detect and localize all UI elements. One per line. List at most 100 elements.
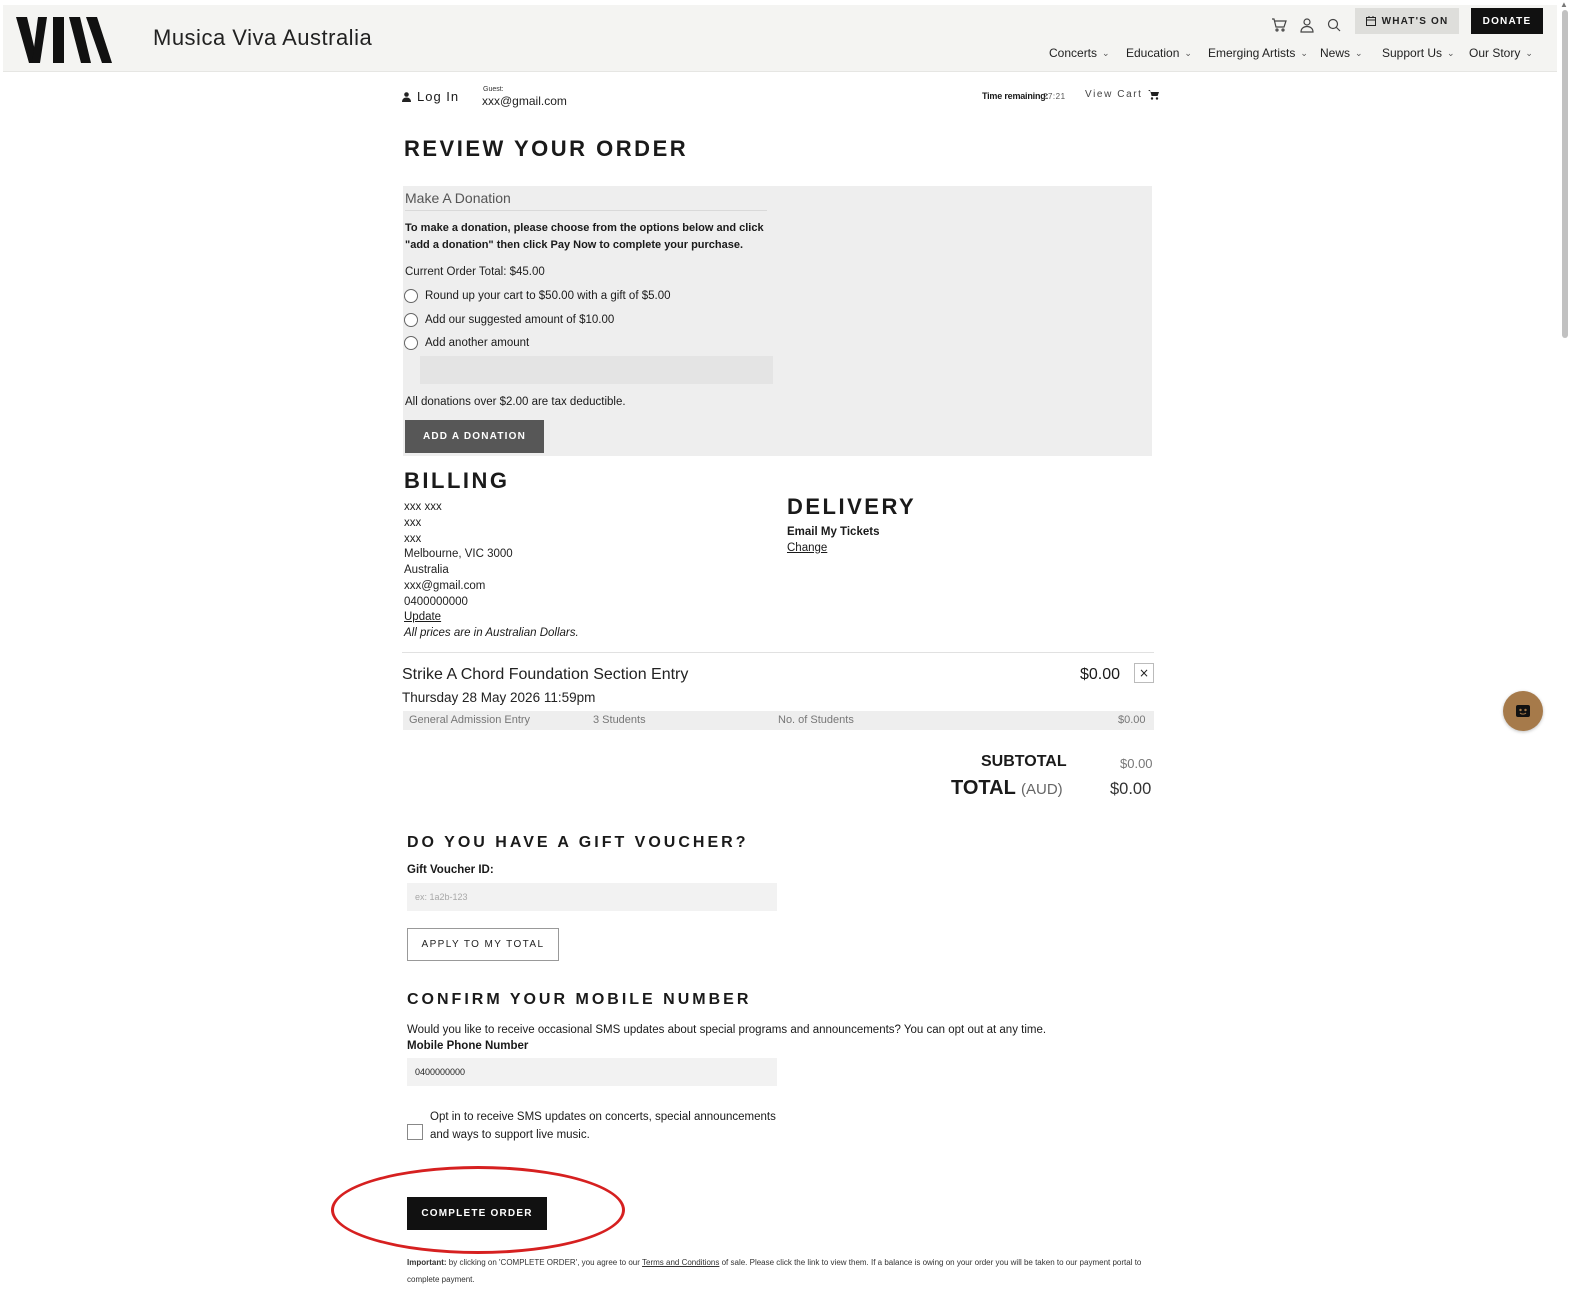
nav-label: Concerts <box>1049 46 1098 60</box>
ticket-category: No. of Students <box>778 714 854 726</box>
add-donation-button[interactable]: ADD A DONATION <box>405 420 544 453</box>
subtotal-value: $0.00 <box>1120 756 1153 771</box>
billing-line: Melbourne, VIC 3000 <box>404 548 513 561</box>
nav-concerts[interactable]: Concerts ⌄ <box>1049 46 1110 60</box>
event-date: Thursday 28 May 2026 11:59pm <box>402 690 596 705</box>
event-title: Strike A Chord Foundation Section Entry <box>402 666 689 683</box>
radio-button[interactable] <box>404 336 418 350</box>
time-remaining-value: 27:21 <box>1043 92 1066 101</box>
nav-label: Education <box>1126 46 1180 60</box>
login-link[interactable]: Log In <box>402 89 459 104</box>
chevron-down-icon: ⌄ <box>1447 47 1455 58</box>
ticket-row: General Admission Entry 3 Students No. o… <box>403 711 1154 730</box>
sms-question: Would you like to receive occasional SMS… <box>407 1024 1047 1036</box>
donation-heading: Make A Donation <box>405 190 767 211</box>
subtotal-label: SUBTOTAL <box>981 753 1067 770</box>
site-header: Musica Viva Australia WHAT'S ON DONATE C… <box>3 5 1557 72</box>
billing-line: xxx <box>404 516 422 529</box>
billing-line: Australia <box>404 564 449 577</box>
ticket-price: $0.00 <box>1118 714 1146 726</box>
complete-order-button[interactable]: COMPLETE ORDER <box>407 1197 547 1230</box>
nav-our-story[interactable]: Our Story ⌄ <box>1469 46 1533 60</box>
other-amount-input[interactable] <box>420 356 773 384</box>
billing-line: xxx@gmail.com <box>404 579 486 592</box>
total-value: $0.00 <box>1110 780 1152 798</box>
event-price: $0.00 <box>1080 666 1121 683</box>
donation-option-label: Round up your cart to $50.00 with a gift… <box>425 290 671 302</box>
donation-instructions: To make a donation, please choose from t… <box>405 222 764 251</box>
mobile-phone-input[interactable] <box>407 1058 777 1086</box>
terms-link[interactable]: Terms and Conditions <box>642 1258 719 1267</box>
current-order-total: Current Order Total: $45.00 <box>405 266 545 278</box>
user-icon[interactable] <box>1297 15 1317 35</box>
currency-note: All prices are in Australian Dollars. <box>404 627 579 639</box>
login-label: Log In <box>417 89 460 104</box>
radio-button[interactable] <box>404 289 418 303</box>
ticket-type: General Admission Entry <box>409 714 531 726</box>
donation-option-label: Add our suggested amount of $10.00 <box>425 314 615 326</box>
calendar-icon <box>1365 16 1376 26</box>
nav-education[interactable]: Education ⌄ <box>1126 46 1192 60</box>
nav-label: News <box>1320 46 1351 60</box>
legal-important: Important: <box>407 1258 447 1267</box>
cart-icon <box>1147 89 1159 100</box>
guest-label: Guest: <box>483 86 504 93</box>
chevron-down-icon: ⌄ <box>1184 47 1192 58</box>
whats-on-button[interactable]: WHAT'S ON <box>1355 8 1459 34</box>
view-cart-link[interactable]: View Cart <box>1085 89 1159 100</box>
voucher-heading: DO YOU HAVE A GIFT VOUCHER? <box>407 834 749 851</box>
search-icon[interactable] <box>1324 15 1344 35</box>
legal-notice: Important: by clicking on 'COMPLETE ORDE… <box>407 1254 1167 1288</box>
sms-optin-checkbox[interactable] <box>407 1124 423 1140</box>
view-cart-label: View Cart <box>1085 89 1143 100</box>
nav-label: Our Story <box>1469 46 1521 60</box>
nav-label: Emerging Artists <box>1208 46 1296 60</box>
billing-address: xxx xxx xxx xxx Melbourne, VIC 3000 Aust… <box>404 500 513 611</box>
donation-option-round-up[interactable]: Round up your cart to $50.00 with a gift… <box>404 289 671 303</box>
voucher-label: Gift Voucher ID: <box>407 864 494 876</box>
logo[interactable] <box>16 17 112 63</box>
remove-item-button[interactable]: × <box>1134 663 1154 683</box>
billing-heading: BILLING <box>404 468 510 493</box>
donation-option-other[interactable]: Add another amount <box>404 336 529 350</box>
apply-voucher-button[interactable]: APPLY TO MY TOTAL <box>407 928 559 961</box>
total-label: TOTAL (AUD) <box>951 777 1063 800</box>
voucher-input[interactable] <box>407 883 777 911</box>
delivery-method: Email My Tickets <box>787 526 880 538</box>
legal-text: by clicking on 'COMPLETE ORDER', you agr… <box>446 1258 642 1267</box>
guest-email: xxx@gmail.com <box>482 94 567 108</box>
billing-update-link[interactable]: Update <box>404 611 441 623</box>
brand-name[interactable]: Musica Viva Australia <box>153 25 372 51</box>
divider <box>402 652 1154 653</box>
mobile-heading: CONFIRM YOUR MOBILE NUMBER <box>407 991 752 1008</box>
ticket-quantity: 3 Students <box>593 714 646 726</box>
scroll-up-arrow-icon[interactable]: ▲ <box>1560 0 1568 9</box>
page-title: REVIEW YOUR ORDER <box>404 136 689 161</box>
chevron-down-icon: ⌄ <box>1355 47 1363 58</box>
radio-button[interactable] <box>404 313 418 327</box>
chat-bot-icon <box>1516 705 1530 717</box>
chat-widget[interactable] <box>1503 691 1543 731</box>
nav-news[interactable]: News ⌄ <box>1320 46 1363 60</box>
total-currency: (AUD) <box>1021 781 1063 798</box>
sms-optin-label: Opt in to receive SMS updates on concert… <box>430 1111 776 1141</box>
chevron-down-icon: ⌄ <box>1102 47 1110 58</box>
total-label-text: TOTAL <box>951 777 1016 799</box>
donate-button[interactable]: DONATE <box>1471 8 1543 34</box>
time-remaining-label: Time remaining: <box>982 91 1049 101</box>
donation-panel: Make A Donation To make a donation, plea… <box>403 186 1152 456</box>
billing-line: xxx <box>404 532 422 545</box>
billing-line: 0400000000 <box>404 595 468 608</box>
mobile-label: Mobile Phone Number <box>407 1040 529 1052</box>
delivery-change-link[interactable]: Change <box>787 542 827 554</box>
nav-emerging-artists[interactable]: Emerging Artists ⌄ <box>1208 46 1308 60</box>
chevron-down-icon: ⌄ <box>1300 47 1308 58</box>
tax-note: All donations over $2.00 are tax deducti… <box>405 396 626 408</box>
nav-support-us[interactable]: Support Us ⌄ <box>1382 46 1455 60</box>
donation-option-suggested[interactable]: Add our suggested amount of $10.00 <box>404 313 614 327</box>
cart-icon[interactable] <box>1269 15 1289 35</box>
donation-option-label: Add another amount <box>425 337 530 349</box>
billing-line: xxx xxx <box>404 501 442 513</box>
chevron-down-icon: ⌄ <box>1525 47 1533 58</box>
scrollbar-thumb[interactable] <box>1562 10 1568 338</box>
